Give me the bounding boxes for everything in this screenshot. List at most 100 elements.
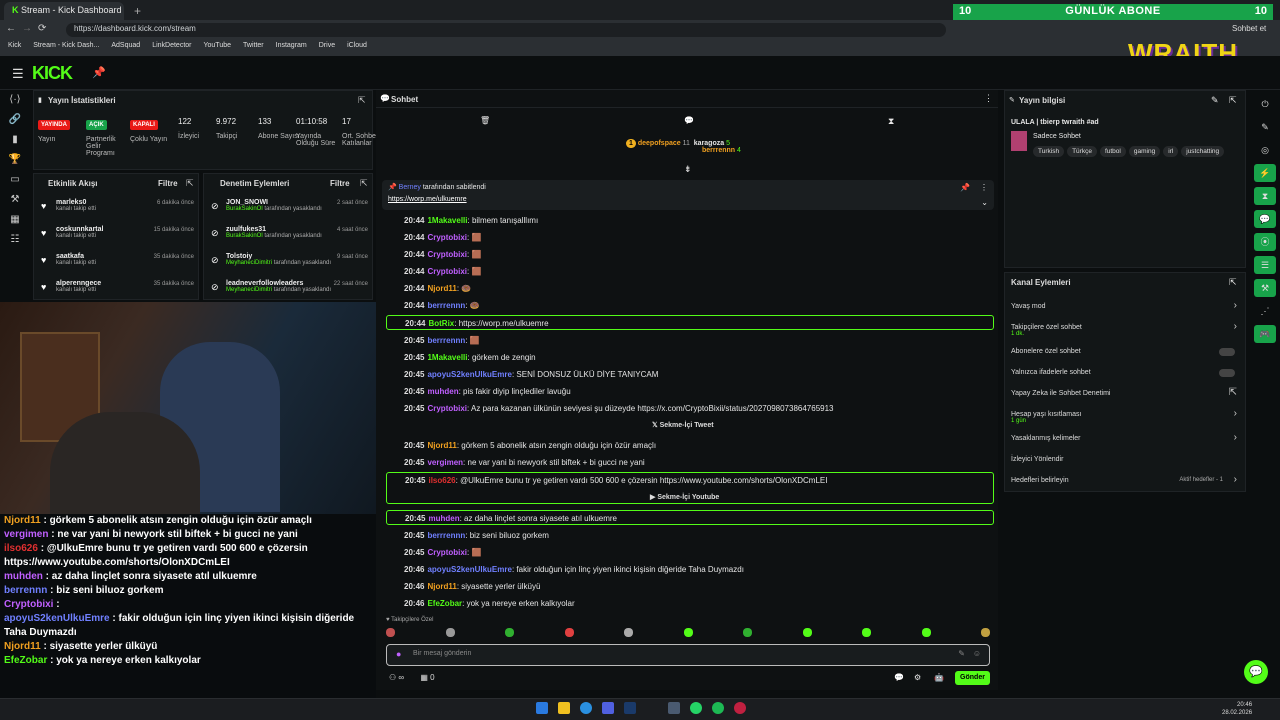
chat-message[interactable]: 20:46 EfeZobar: yok ya nereye erken kalkı… bbox=[386, 596, 994, 611]
moderation-row[interactable]: ⊘ Tolstoiy MeyhaneciDimitri tarafından yas… bbox=[204, 250, 374, 277]
emote-icon[interactable] bbox=[743, 628, 752, 637]
edge-icon[interactable] bbox=[580, 702, 592, 714]
message-username[interactable]: 1Makavelli bbox=[427, 216, 467, 225]
popout-icon[interactable]: ⇱ bbox=[186, 178, 194, 189]
chat-input[interactable]: ● Bir mesaj gönderin ✎ ☺ bbox=[386, 644, 990, 666]
pin-icon[interactable]: 📌 bbox=[92, 66, 106, 79]
message-username[interactable]: apoyuS2kenUlkuEmre bbox=[427, 370, 511, 379]
bolt-icon[interactable]: ⚡ bbox=[1254, 164, 1276, 182]
youtube-embed-label[interactable]: ▶ Sekme-İçi Youtube bbox=[650, 493, 719, 501]
chat-message[interactable]: 20:45 berrrennn: 🟫 bbox=[386, 333, 994, 348]
chat-message[interactable]: 20:45 muhden: az daha linçlet sonra siyas… bbox=[386, 510, 994, 525]
emote-icon[interactable] bbox=[386, 628, 395, 637]
emote-icon[interactable] bbox=[981, 628, 990, 637]
channel-action-row[interactable]: Abonelere özel sohbet bbox=[1005, 342, 1245, 363]
bookmark-item[interactable]: YouTube bbox=[203, 42, 231, 54]
popout-icon[interactable]: ⇱ bbox=[1229, 277, 1237, 288]
activity-filter-button[interactable]: Filtre bbox=[158, 179, 178, 188]
tag-türkçe[interactable]: Türkçe bbox=[1067, 146, 1097, 157]
emote-icon[interactable] bbox=[624, 628, 633, 637]
toggle-switch[interactable] bbox=[1219, 348, 1235, 356]
mic-icon[interactable]: ● bbox=[396, 649, 401, 659]
profile-chat-label[interactable]: Sohbet et bbox=[1232, 24, 1266, 33]
message-username[interactable]: berrrennn bbox=[427, 531, 465, 540]
menu-icon[interactable]: ☰ bbox=[12, 66, 24, 82]
new-tab-button[interactable]: + bbox=[126, 1, 142, 19]
popout-icon[interactable]: ⇱ bbox=[1229, 95, 1237, 106]
file-explorer-icon[interactable] bbox=[558, 702, 570, 714]
activity-row[interactable]: ♥ alperenngece kanalı takip etti 35 dakika … bbox=[34, 277, 200, 304]
url-field[interactable]: https://dashboard.kick.com/stream bbox=[66, 23, 946, 37]
game-icon[interactable]: 🎮 bbox=[1254, 325, 1276, 343]
share-icon[interactable]: ⋰ bbox=[1254, 302, 1276, 320]
vpn-icon[interactable] bbox=[668, 702, 680, 714]
chat-message[interactable]: 20:45 berrrennn: biz seni biluoz gorkem bbox=[386, 528, 994, 543]
message-username[interactable]: ilso626 bbox=[428, 476, 455, 485]
channel-action-row[interactable]: Hedefleri belirleyin Aktif hedefler - 1 › bbox=[1005, 471, 1245, 492]
emote-icon[interactable] bbox=[505, 628, 514, 637]
moderation-filter-button[interactable]: Filtre bbox=[330, 179, 350, 188]
users-icon[interactable]: ☷ bbox=[0, 230, 30, 250]
channel-action-row[interactable]: Yasaklanmış kelimeler › bbox=[1005, 429, 1245, 450]
emotes-icon[interactable]: 💬 bbox=[894, 673, 904, 682]
category-thumbnail[interactable] bbox=[1011, 131, 1027, 151]
emote-icon[interactable] bbox=[862, 628, 871, 637]
bookmark-item[interactable]: Twitter bbox=[243, 42, 264, 54]
broadcast-icon[interactable]: ⦿ bbox=[1254, 233, 1276, 251]
emote-icon[interactable] bbox=[683, 628, 693, 637]
spotify-icon[interactable] bbox=[712, 702, 724, 714]
timer-icon[interactable]: ⧗ bbox=[1254, 187, 1276, 205]
tweet-embed-label[interactable]: 𝕏 Sekme-İçi Tweet bbox=[652, 421, 714, 429]
message-username[interactable]: EfeZobar bbox=[427, 599, 462, 608]
scroll-down-icon[interactable]: ⇟ bbox=[684, 164, 692, 175]
emote-icon[interactable] bbox=[921, 628, 931, 637]
moderator-name[interactable]: MeyhaneciDimitri bbox=[226, 287, 272, 293]
channel-action-row[interactable]: Yavaş mod › bbox=[1005, 297, 1245, 318]
chat-message[interactable]: 20:45 vergimen: ne var yani bi newyork st… bbox=[386, 455, 994, 470]
chat-message[interactable]: 20:44 Njord11: 🍩 bbox=[386, 281, 994, 296]
support-chat-button[interactable]: 💬 bbox=[1244, 660, 1268, 684]
popout-icon[interactable]: ⇱ bbox=[358, 95, 366, 106]
message-username[interactable]: Njord11 bbox=[427, 441, 456, 450]
bookmark-item[interactable]: iCloud bbox=[347, 42, 367, 54]
channel-action-row[interactable]: İzleyici Yönlendir bbox=[1005, 450, 1245, 471]
tag-gaming[interactable]: gaming bbox=[1128, 146, 1161, 157]
expand-chevron-icon[interactable]: ⌄ bbox=[981, 198, 988, 207]
moderation-row[interactable]: ⊘ zuulfukes31 BurakSakinOl tarafından yasa… bbox=[204, 223, 374, 250]
channel-action-row[interactable]: Yapay Zeka ile Sohbet Denetimi ⇱ bbox=[1005, 384, 1245, 405]
emoji-icon[interactable]: ☺ bbox=[973, 649, 981, 658]
chat-message[interactable]: 20:45 Cryptobixi: Az para kazanan ülkünün… bbox=[386, 401, 994, 416]
forward-icon[interactable]: → bbox=[22, 23, 32, 34]
chat-message[interactable]: 20:44 Cryptobixi: 🟫 bbox=[386, 230, 994, 245]
media-icon[interactable]: ▭ bbox=[0, 170, 30, 190]
target-icon[interactable]: ◎ bbox=[1254, 141, 1276, 159]
emote-icon[interactable] bbox=[445, 628, 455, 637]
emote-icon[interactable] bbox=[802, 628, 812, 637]
stop-icon[interactable]: ⏻ bbox=[1254, 95, 1276, 113]
edit-icon[interactable]: ✎ bbox=[1211, 95, 1219, 106]
wrench-icon[interactable]: ⚒ bbox=[1254, 279, 1276, 297]
hourglass-icon[interactable]: ⧗ bbox=[888, 116, 894, 127]
top-gifter-name[interactable]: deepofspace bbox=[638, 140, 681, 147]
chat-message[interactable]: 20:45 Cryptobixi: 🟫 bbox=[386, 545, 994, 560]
tag-justchatting[interactable]: justchatting bbox=[1181, 146, 1225, 157]
trash-icon[interactable]: 🗑 bbox=[480, 116, 490, 125]
chat-message[interactable]: 20:45 muhden: pis fakir diyip linçlediler… bbox=[386, 384, 994, 399]
back-icon[interactable]: ← bbox=[6, 23, 16, 34]
message-username[interactable]: Cryptobixi bbox=[427, 267, 467, 276]
emote-icon[interactable] bbox=[564, 628, 574, 637]
more-icon[interactable]: ⋮ bbox=[980, 183, 988, 192]
chat-message[interactable]: 20:46 Njord11: siyasette yerler ülküyü bbox=[386, 579, 994, 594]
gifter-2-name[interactable]: karagoza bbox=[694, 140, 724, 147]
system-clock[interactable]: 20:46 28.02.2026 bbox=[1222, 701, 1252, 717]
message-username[interactable]: Cryptobixi bbox=[427, 404, 467, 413]
steam-icon[interactable] bbox=[624, 702, 636, 714]
chart-icon[interactable]: ▮ bbox=[0, 130, 30, 150]
chat-message[interactable]: 20:44 Cryptobixi: 🟫 bbox=[386, 247, 994, 262]
chat-message[interactable]: 20:44 Cryptobixi: 🟫 bbox=[386, 264, 994, 279]
popout-icon[interactable]: ⇱ bbox=[360, 178, 368, 189]
list-icon[interactable]: ☰ bbox=[1254, 256, 1276, 274]
grid-icon[interactable]: ▦ bbox=[0, 210, 30, 230]
bookmark-item[interactable]: LinkDetector bbox=[152, 42, 191, 54]
message-username[interactable]: muhden bbox=[427, 387, 458, 396]
